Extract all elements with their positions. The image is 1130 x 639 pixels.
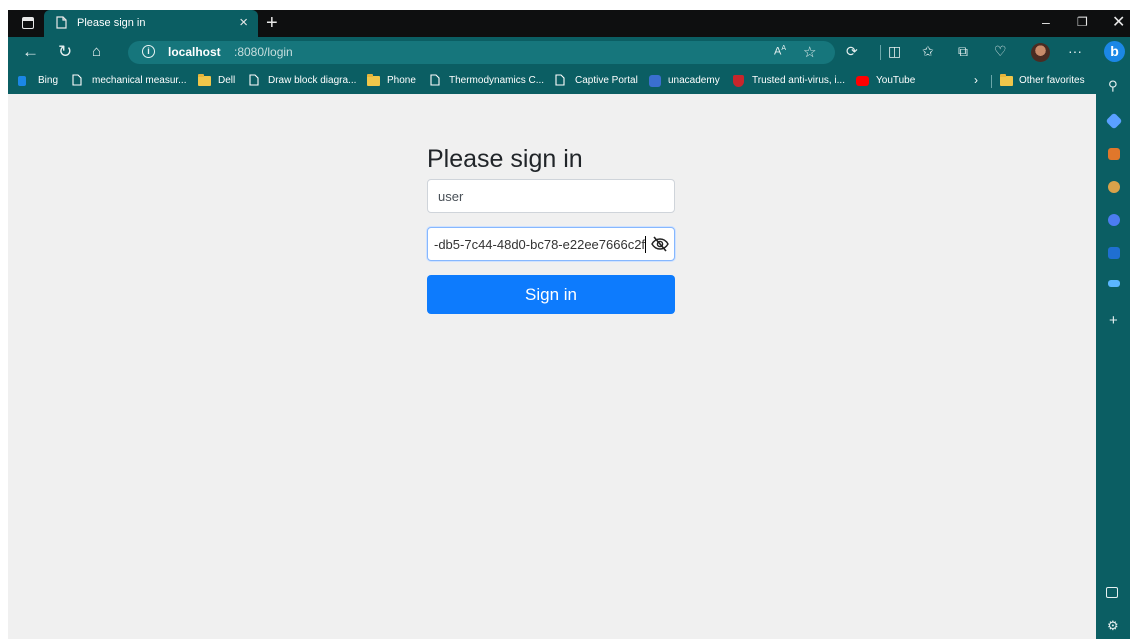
- search-icon[interactable]: ⚲: [1108, 78, 1118, 94]
- folder-icon: [367, 74, 380, 86]
- back-icon[interactable]: ←: [22, 42, 39, 62]
- bookmark-captive-portal[interactable]: Captive Portal: [575, 75, 638, 86]
- add-sidebar-icon[interactable]: +: [1109, 312, 1118, 329]
- collections-icon[interactable]: ⧉: [958, 43, 968, 60]
- close-tab-icon[interactable]: ×: [239, 14, 248, 31]
- page-icon: [430, 74, 440, 86]
- password-value: -db5-7c44-48d0-bc78-e22ee7666c2f: [434, 237, 646, 252]
- more-menu-icon[interactable]: ···: [1068, 43, 1082, 59]
- restore-icon[interactable]: ❐: [1077, 15, 1088, 29]
- bing-icon: [18, 76, 26, 86]
- page-icon: [72, 74, 82, 86]
- bookmarks-bar: Bing mechanical measur... Dell Draw bloc…: [8, 68, 1096, 94]
- hide-sidebar-icon[interactable]: [1106, 587, 1118, 598]
- url-host: localhost: [168, 45, 221, 59]
- unacademy-icon: [649, 75, 661, 87]
- browser-essentials-icon[interactable]: ♡: [994, 43, 1007, 60]
- text-cursor: [645, 236, 646, 253]
- page-content: Please sign in -db5-7c44-48d0-bc78-e22ee…: [8, 94, 1096, 639]
- hide-password-eye-icon[interactable]: [650, 235, 670, 253]
- microsoft-365-icon[interactable]: [1108, 214, 1120, 226]
- page-title: Please sign in: [427, 145, 583, 173]
- tab-bar: Please sign in × + – ❐ ✕: [8, 10, 1130, 37]
- bookmark-other-favorites[interactable]: Other favorites: [1019, 75, 1085, 86]
- page-icon: [249, 74, 259, 86]
- bookmark-draw-block[interactable]: Draw block diagra...: [268, 75, 356, 86]
- bookmark-antivirus[interactable]: Trusted anti-virus, i...: [752, 75, 845, 86]
- new-tab-icon[interactable]: +: [266, 11, 278, 35]
- folder-icon: [1000, 74, 1013, 86]
- shopping-tag-icon[interactable]: [1105, 112, 1123, 130]
- close-window-icon[interactable]: ✕: [1112, 12, 1125, 32]
- tools-icon[interactable]: [1108, 148, 1120, 160]
- minimize-icon[interactable]: –: [1042, 14, 1050, 30]
- youtube-icon: [856, 76, 869, 86]
- chevron-right-icon[interactable]: ›: [974, 73, 978, 87]
- bookmark-phone[interactable]: Phone: [387, 75, 416, 86]
- home-icon[interactable]: ⌂: [92, 42, 101, 62]
- shield-icon: [733, 75, 744, 87]
- bookmark-youtube[interactable]: YouTube: [876, 75, 915, 86]
- bookmark-thermodynamics[interactable]: Thermodynamics C...: [449, 75, 544, 86]
- favorite-star-icon[interactable]: ☆: [803, 43, 816, 61]
- gear-icon[interactable]: ⚙: [1107, 618, 1119, 634]
- folder-icon: [198, 74, 211, 86]
- tab-active[interactable]: Please sign in ×: [44, 10, 258, 37]
- password-input[interactable]: -db5-7c44-48d0-bc78-e22ee7666c2f: [427, 227, 675, 261]
- page-icon: [56, 16, 67, 29]
- site-info-icon[interactable]: i: [142, 45, 155, 58]
- refresh-icon[interactable]: ↻: [58, 42, 72, 62]
- username-input[interactable]: [427, 179, 675, 213]
- edge-sidebar: b ⚲ + ⚙: [1096, 37, 1130, 639]
- navigation-toolbar: ← ↻ ⌂ i localhost :8080/login AA ☆ ⟳ ◫ ✩…: [8, 37, 1096, 68]
- outlook-icon[interactable]: [1108, 247, 1120, 259]
- url-path: :8080/login: [234, 45, 293, 59]
- games-icon[interactable]: [1108, 181, 1120, 193]
- toolbar-divider: [880, 45, 881, 60]
- bookmarks-divider: [991, 75, 992, 88]
- bing-chat-icon[interactable]: b: [1104, 41, 1125, 62]
- favorites-icon[interactable]: ✩: [922, 43, 934, 60]
- split-screen-icon[interactable]: ◫: [888, 43, 901, 60]
- tab-title: Please sign in: [77, 17, 146, 29]
- send-icon[interactable]: [1108, 280, 1120, 287]
- tab-actions-icon[interactable]: [22, 17, 34, 29]
- sign-in-button[interactable]: Sign in: [427, 275, 675, 314]
- bookmark-bing[interactable]: Bing: [38, 75, 58, 86]
- address-bar[interactable]: i localhost :8080/login AA ☆: [128, 41, 835, 64]
- read-aloud-icon[interactable]: AA: [774, 45, 786, 58]
- page-icon: [555, 74, 565, 86]
- bookmark-mechanical[interactable]: mechanical measur...: [92, 75, 187, 86]
- bookmark-dell[interactable]: Dell: [218, 75, 235, 86]
- extensions-icon[interactable]: ⟳: [846, 43, 858, 60]
- bookmark-unacademy[interactable]: unacademy: [668, 75, 720, 86]
- profile-avatar[interactable]: [1031, 43, 1050, 62]
